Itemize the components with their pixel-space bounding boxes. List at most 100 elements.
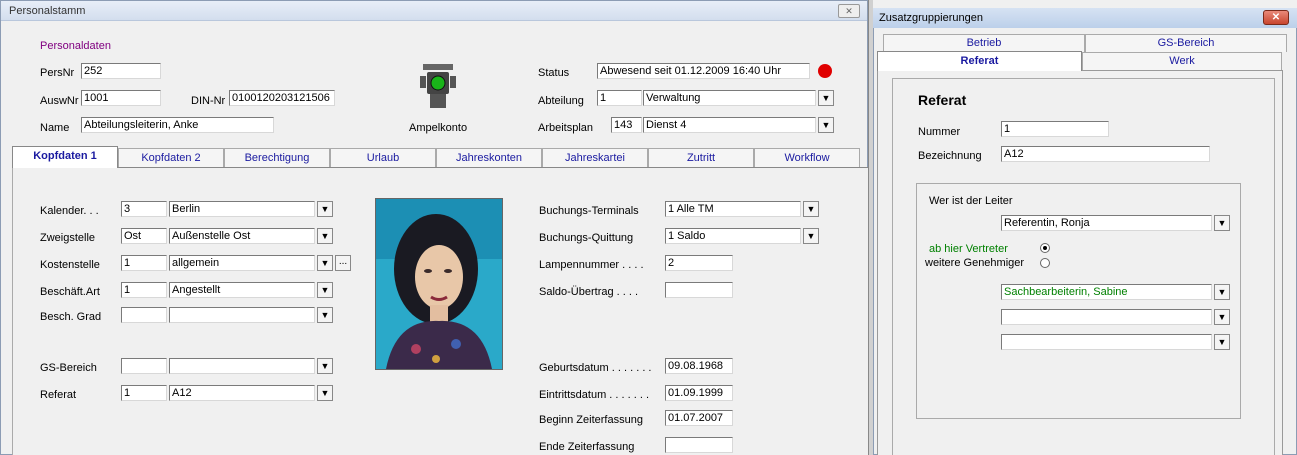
eintrittsdatum-label: Eintrittsdatum . . . . . . . (539, 389, 650, 401)
arbeitsplan-nr-field[interactable]: 143 (611, 117, 642, 133)
nummer-label: Nummer (918, 126, 961, 138)
vertreter-label: ab hier Vertreter (929, 243, 1008, 255)
din-field[interactable]: 0100120203121506 (229, 90, 335, 106)
referat-heading: Referat (918, 92, 967, 108)
tab-gs-bereich[interactable]: GS-Bereich (1085, 34, 1287, 52)
abteilung-label: Abteilung (538, 95, 584, 107)
referat-label: Referat (40, 389, 77, 401)
beschgrad-label: Besch. Grad (40, 311, 102, 323)
vertreter-3-dropdown-icon[interactable] (1214, 334, 1230, 350)
traffic-light-icon[interactable] (418, 62, 458, 110)
buchungs-terminals-dropdown-icon[interactable] (803, 201, 819, 217)
arbeitsplan-dropdown-icon[interactable] (818, 117, 834, 133)
genehmiger-radio[interactable] (1040, 258, 1050, 268)
beschaeftart-field[interactable]: Angestellt (169, 282, 315, 298)
title-bar-2: Zusatzgruppierungen ✕ (873, 8, 1297, 28)
gs-bereich-label: GS-Bereich (40, 362, 97, 374)
abteilung-dropdown-icon[interactable] (818, 90, 834, 106)
ende-zeiterfassung-label: Ende Zeiterfassung (539, 441, 635, 453)
abteilung-nr-field[interactable]: 1 (597, 90, 642, 106)
eintrittsdatum-field[interactable]: 01.09.1999 (665, 385, 733, 401)
tab-workflow[interactable]: Workflow (754, 148, 860, 168)
tab-referat[interactable]: Referat (877, 51, 1082, 71)
buchungs-terminals-field[interactable]: 1 Alle TM (665, 201, 801, 217)
zweigstelle-field[interactable]: Außenstelle Ost (169, 228, 315, 244)
tab-kopfdaten-2[interactable]: Kopfdaten 2 (118, 148, 224, 168)
kalender-label: Kalender. . . (40, 205, 99, 217)
din-label: DIN-Nr (191, 95, 226, 107)
kalender-nr-field[interactable]: 3 (121, 201, 167, 217)
tab-betrieb[interactable]: Betrieb (883, 34, 1085, 52)
zweigstelle-dropdown-icon[interactable] (317, 228, 333, 244)
gs-bereich-nr-field[interactable] (121, 358, 167, 374)
tab-jahreskartei[interactable]: Jahreskartei (542, 148, 648, 168)
referat-dropdown-icon[interactable] (317, 385, 333, 401)
bezeichnung-label: Bezeichnung (918, 150, 982, 162)
vertreter-radio[interactable] (1040, 243, 1050, 253)
leiter-field[interactable]: Referentin, Ronja (1001, 215, 1212, 231)
buchungs-quittung-field[interactable]: 1 Saldo (665, 228, 801, 244)
name-field[interactable]: Abteilungsleiterin, Anke (81, 117, 274, 133)
auswnr-field[interactable]: 1001 (81, 90, 161, 106)
kalender-dropdown-icon[interactable] (317, 201, 333, 217)
kostenstelle-dropdown-icon[interactable] (317, 255, 333, 271)
zweigstelle-label: Zweigstelle (40, 232, 96, 244)
tab-jahreskonten[interactable]: Jahreskonten (436, 148, 542, 168)
abteilung-field[interactable]: Verwaltung (643, 90, 816, 106)
referat-field[interactable]: A12 (169, 385, 315, 401)
arbeitsplan-field[interactable]: Dienst 4 (643, 117, 816, 133)
kostenstelle-more-button[interactable]: ... (335, 255, 351, 271)
status-field: Abwesend seit 01.12.2009 16:40 Uhr (597, 63, 810, 79)
zweigstelle-nr-field[interactable]: Ost (121, 228, 167, 244)
vertreter-1-field[interactable]: Sachbearbeiterin, Sabine (1001, 284, 1212, 300)
saldo-uebertrag-field[interactable] (665, 282, 733, 298)
buchungs-quittung-dropdown-icon[interactable] (803, 228, 819, 244)
ende-zeiterfassung-field[interactable] (665, 437, 733, 453)
leiter-label: Wer ist der Leiter (929, 195, 1013, 207)
status-label: Status (538, 67, 570, 79)
lampennummer-field[interactable]: 2 (665, 255, 733, 271)
beschgrad-dropdown-icon[interactable] (317, 307, 333, 323)
status-dot-icon (818, 64, 832, 78)
geburtsdatum-field[interactable]: 09.08.1968 (665, 358, 733, 374)
beginn-zeiterfassung-field[interactable]: 01.07.2007 (665, 410, 733, 426)
tab-zutritt[interactable]: Zutritt (648, 148, 754, 168)
beginn-zeiterfassung-label: Beginn Zeiterfassung (539, 414, 643, 426)
close-button[interactable]: ✕ (838, 4, 860, 18)
title-bar: Personalstamm ✕ (1, 1, 867, 21)
close-button-2[interactable]: ✕ (1263, 10, 1289, 25)
bezeichnung-field[interactable]: A12 (1001, 146, 1210, 162)
beschgrad-field[interactable] (169, 307, 315, 323)
ampelkonto-label: Ampelkonto (409, 122, 468, 134)
tab-urlaub[interactable]: Urlaub (330, 148, 436, 168)
nummer-field[interactable]: 1 (1001, 121, 1109, 137)
genehmiger-label: weitere Genehmiger (925, 257, 1025, 269)
kostenstelle-nr-field[interactable]: 1 (121, 255, 167, 271)
beschaeftart-label: Beschäft.Art (40, 286, 100, 298)
buchungs-quittung-label: Buchungs-Quittung (539, 232, 634, 244)
persnr-field[interactable]: 252 (81, 63, 161, 79)
saldo-uebertrag-label: Saldo-Übertrag . . . . (539, 286, 639, 298)
kostenstelle-label: Kostenstelle (40, 259, 100, 271)
tab-berechtigung[interactable]: Berechtigung (224, 148, 330, 168)
referat-nr-field[interactable]: 1 (121, 385, 167, 401)
beschaeftart-dropdown-icon[interactable] (317, 282, 333, 298)
employee-photo (375, 198, 503, 370)
leiter-dropdown-icon[interactable] (1214, 215, 1230, 231)
beschgrad-nr-field[interactable] (121, 307, 167, 323)
tab-werk[interactable]: Werk (1082, 52, 1282, 70)
beschaeftart-nr-field[interactable]: 1 (121, 282, 167, 298)
vertreter-2-dropdown-icon[interactable] (1214, 309, 1230, 325)
kostenstelle-field[interactable]: allgemein (169, 255, 315, 271)
vertreter-1-dropdown-icon[interactable] (1214, 284, 1230, 300)
tab-kopfdaten-1[interactable]: Kopfdaten 1 (12, 146, 118, 168)
vertreter-2-field[interactable] (1001, 309, 1212, 325)
gs-bereich-dropdown-icon[interactable] (317, 358, 333, 374)
arbeitsplan-label: Arbeitsplan (538, 122, 594, 134)
persnr-label: PersNr (40, 67, 75, 79)
window-title-2: Zusatzgruppierungen (879, 12, 983, 24)
buchungs-terminals-label: Buchungs-Terminals (539, 205, 639, 217)
gs-bereich-field[interactable] (169, 358, 315, 374)
kalender-field[interactable]: Berlin (169, 201, 315, 217)
vertreter-3-field[interactable] (1001, 334, 1212, 350)
